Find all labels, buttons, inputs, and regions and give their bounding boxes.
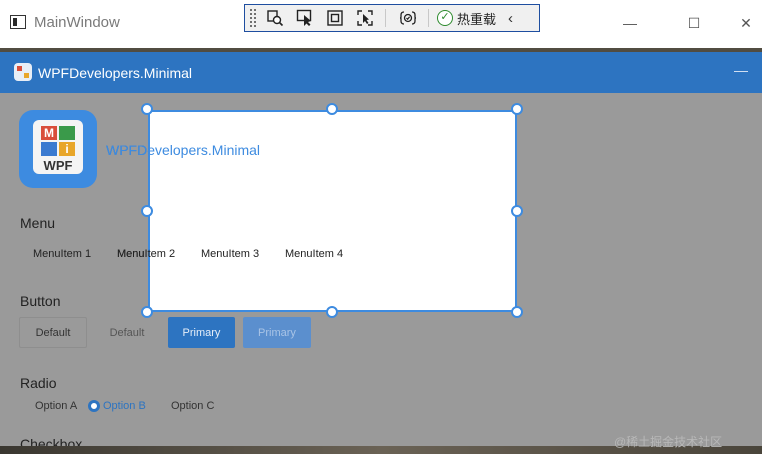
app-header-title: WPFDevelopers.Minimal: [38, 65, 193, 81]
radio-option-b-label: Option B: [103, 400, 146, 412]
logo-card: M i WPF: [33, 120, 83, 174]
menu-section-label: Menu: [20, 215, 56, 231]
resize-handle-left[interactable]: [141, 205, 153, 217]
maximize-button[interactable]: ☐: [674, 8, 714, 38]
radio-selected-icon: [88, 400, 100, 412]
window-title: MainWindow: [34, 14, 120, 31]
logo-tiles: M i: [41, 126, 75, 156]
go-to-live-visual-tree-icon[interactable]: [263, 7, 287, 29]
logo-text: WPF: [43, 158, 73, 173]
resize-handle-top-left[interactable]: [141, 103, 153, 115]
toolbar-separator: [385, 9, 386, 27]
logo-tile-green: [59, 126, 75, 140]
resize-handle-bottom-left[interactable]: [141, 306, 153, 318]
radio-option-c[interactable]: Option C: [171, 400, 214, 412]
logo-tile-i: i: [59, 142, 75, 156]
radio-section-label: Radio: [20, 375, 57, 391]
app-header-logo-icon: [14, 63, 32, 81]
radio-option-b[interactable]: Option B: [88, 400, 146, 412]
default-button[interactable]: Default: [19, 317, 87, 348]
resize-handle-top[interactable]: [326, 103, 338, 115]
watermark: @稀土掘金技术社区: [614, 435, 723, 449]
check-circle-icon: ✓: [437, 10, 453, 26]
close-button[interactable]: ✕: [726, 8, 762, 38]
primary-button[interactable]: Primary: [168, 317, 235, 348]
wpf-logo: M i WPF: [19, 110, 97, 188]
select-element-icon[interactable]: [293, 7, 317, 29]
radio-option-a[interactable]: Option A: [35, 400, 77, 412]
resize-handle-top-right[interactable]: [511, 103, 523, 115]
logo-tile-blue: [41, 142, 57, 156]
hot-reload-button[interactable]: ✓ 热重载: [437, 9, 496, 28]
menu-item-1[interactable]: MenuItem 1: [33, 248, 91, 260]
menu-item-4-highlighted[interactable]: MenuItem 4: [285, 248, 343, 260]
element-selection-adorner[interactable]: [148, 110, 517, 312]
collapse-toolbar-icon[interactable]: ‹: [508, 10, 513, 27]
window-app-icon: [10, 15, 26, 29]
button-section-label: Button: [20, 293, 61, 309]
app-header: WPFDevelopers.Minimal —: [0, 52, 762, 93]
xaml-debug-toolbar: ✓ 热重载 ‹: [244, 4, 540, 32]
radio-option-a-label: Option A: [35, 400, 78, 412]
display-layout-adorners-icon[interactable]: [323, 7, 347, 29]
app-title-highlighted: WPFDevelopers.Minimal: [106, 142, 261, 158]
radio-option-c-label: Option C: [171, 400, 215, 412]
primary-button-disabled: Primary: [243, 317, 311, 348]
hot-reload-label: 热重载: [457, 11, 497, 27]
menu-item-2-highlighted[interactable]: MenuItem 2: [117, 248, 175, 260]
resize-handle-bottom[interactable]: [326, 306, 338, 318]
app-minimize-button[interactable]: —: [734, 62, 748, 78]
binding-failures-icon[interactable]: [396, 7, 420, 29]
logo-tile-m: M: [41, 126, 57, 140]
minimize-button[interactable]: —: [610, 8, 650, 38]
default-button-disabled: Default: [109, 326, 145, 339]
toolbar-grip[interactable]: [249, 8, 257, 28]
resize-handle-right[interactable]: [511, 205, 523, 217]
toolbar-separator: [428, 9, 429, 27]
resize-handle-bottom-right[interactable]: [511, 306, 523, 318]
menu-item-3-highlighted[interactable]: MenuItem 3: [201, 248, 259, 260]
checkbox-section-label: Checkbox: [20, 436, 83, 446]
track-focused-element-icon[interactable]: [353, 7, 377, 29]
